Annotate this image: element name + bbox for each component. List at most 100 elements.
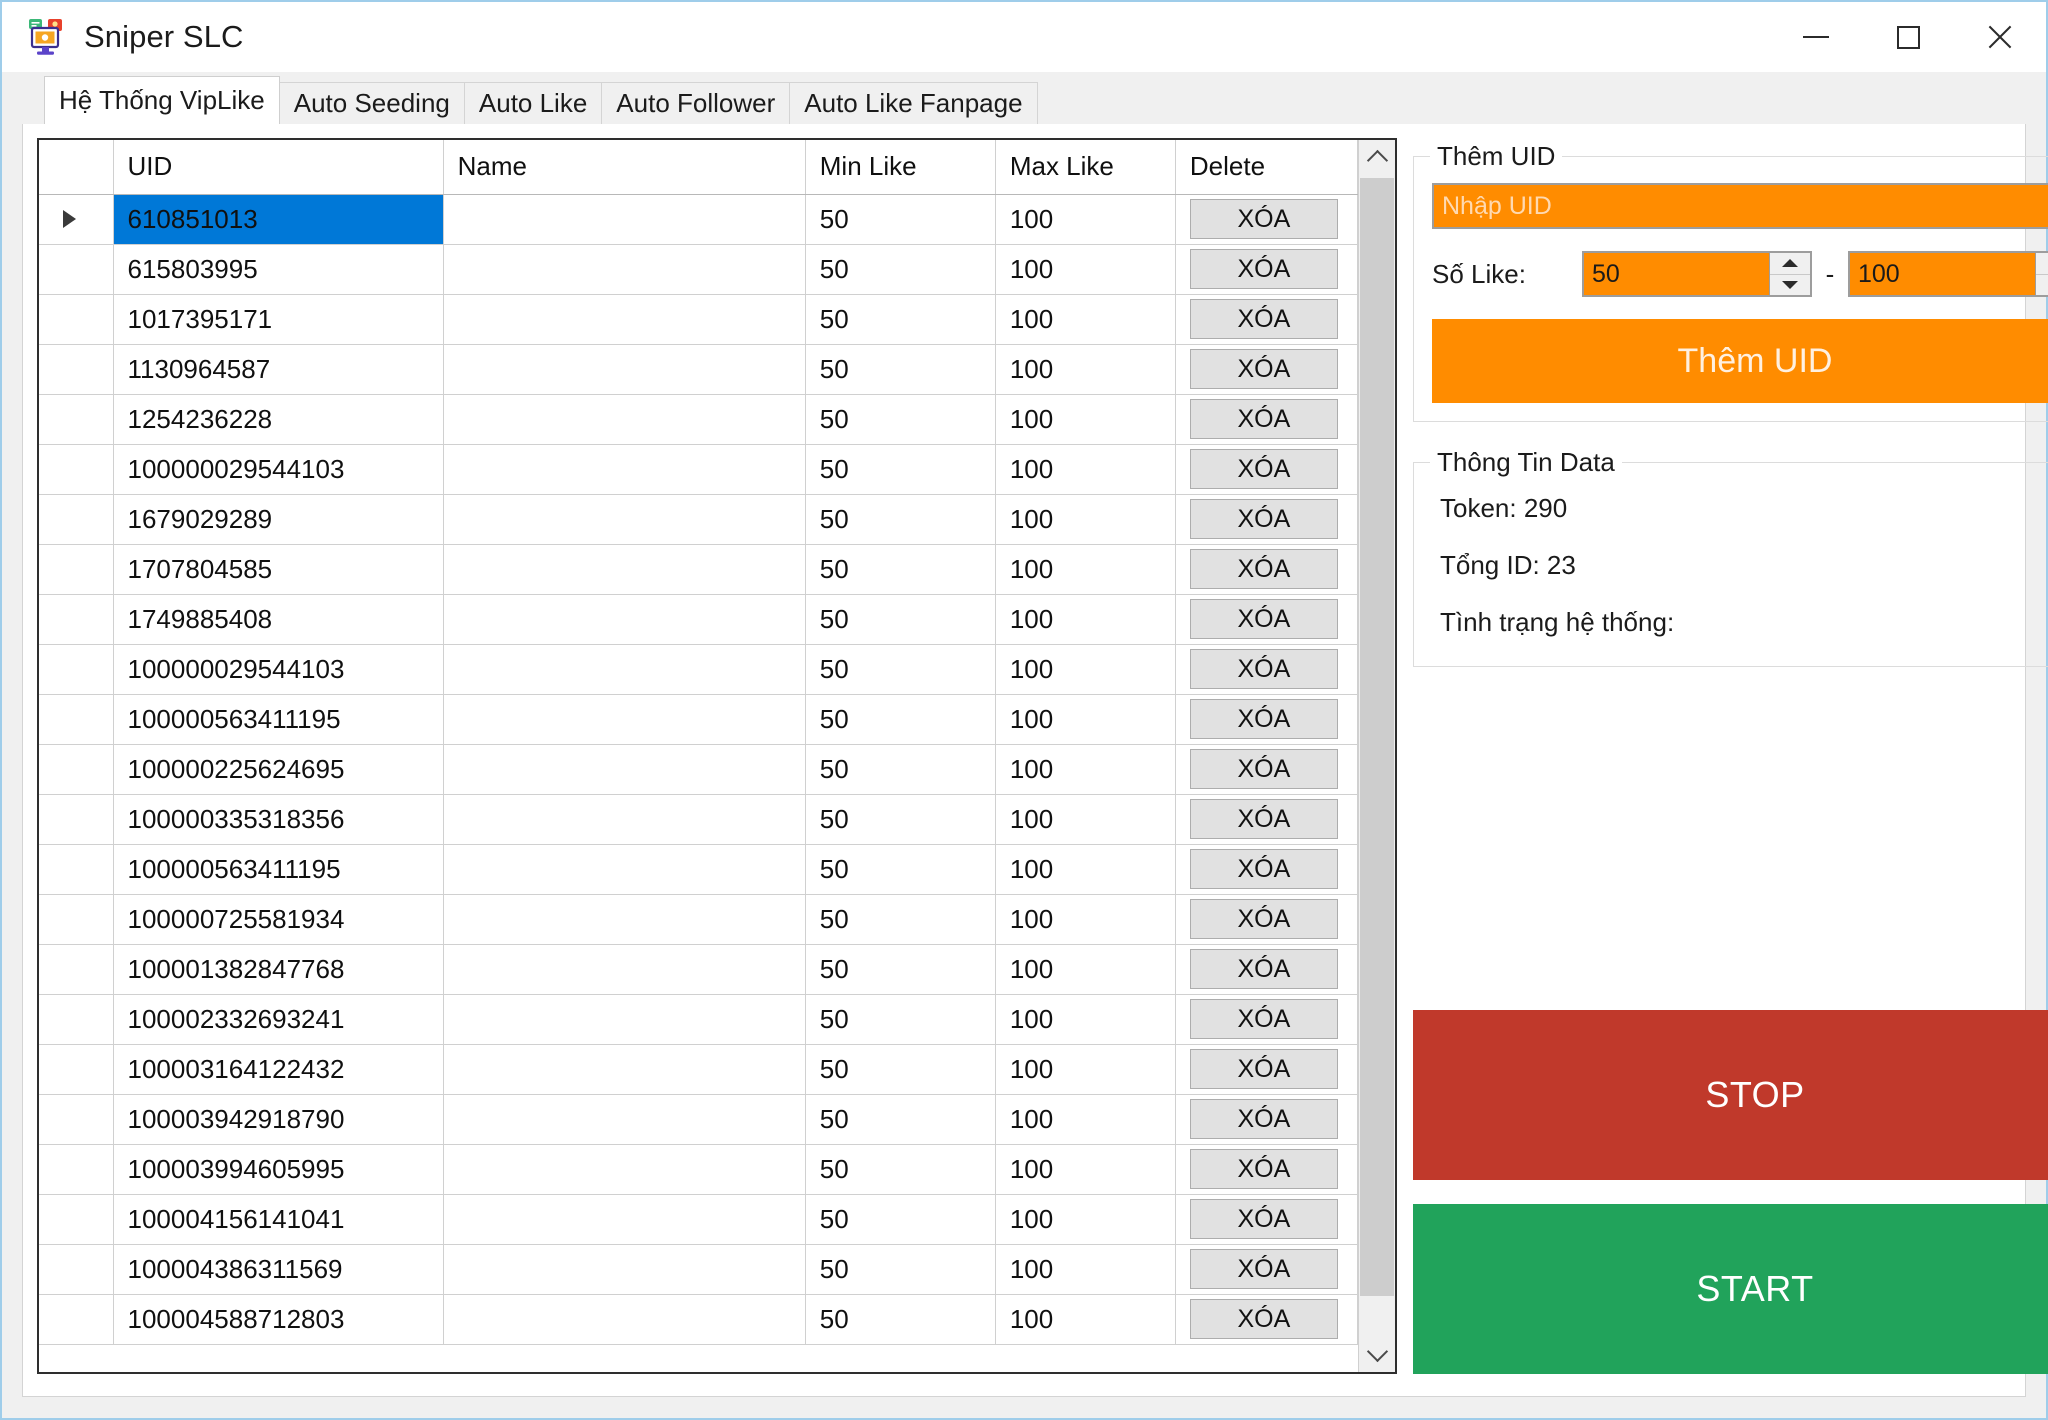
cell-uid[interactable]: 1017395171 [113,294,444,345]
table-row[interactable]: 615803995 50 100 XÓA [39,244,1358,295]
table-row[interactable]: 100000335318356 50 100 XÓA [39,794,1358,845]
row-selector-cell[interactable] [39,844,114,895]
table-row[interactable]: 1707804585 50 100 XÓA [39,544,1358,595]
delete-row-button[interactable]: XÓA [1189,349,1338,389]
delete-row-button[interactable]: XÓA [1189,799,1338,839]
cell-max-like[interactable]: 100 [995,1144,1176,1195]
scroll-down-button[interactable] [1359,1336,1395,1372]
cell-min-like[interactable]: 50 [805,1294,996,1345]
table-row[interactable]: 100003994605995 50 100 XÓA [39,1144,1358,1195]
delete-row-button[interactable]: XÓA [1189,449,1338,489]
cell-min-like[interactable]: 50 [805,494,996,545]
cell-name[interactable] [443,744,806,795]
row-selector-cell[interactable] [39,894,114,945]
cell-name[interactable] [443,444,806,495]
cell-uid[interactable]: 100000563411195 [113,694,444,745]
cell-uid[interactable]: 610851013 [113,194,444,245]
tab-auto-like[interactable]: Auto Like [463,82,603,124]
cell-name[interactable] [443,394,806,445]
row-selector-cell[interactable] [39,394,114,445]
row-selector-cell[interactable] [39,194,114,245]
cell-uid[interactable]: 1679029289 [113,494,444,545]
column-header-max-like[interactable]: Max Like [995,140,1176,195]
scroll-up-button[interactable] [1359,140,1395,176]
min-like-increment-button[interactable] [1770,253,1810,274]
min-like-decrement-button[interactable] [1770,273,1810,295]
row-selector-cell[interactable] [39,494,114,545]
cell-uid[interactable]: 100004386311569 [113,1244,444,1295]
cell-name[interactable] [443,694,806,745]
cell-min-like[interactable]: 50 [805,1194,996,1245]
table-row[interactable]: 100000563411195 50 100 XÓA [39,844,1358,895]
cell-max-like[interactable]: 100 [995,694,1176,745]
column-header-name[interactable]: Name [443,140,806,195]
cell-max-like[interactable]: 100 [995,1244,1176,1295]
cell-name[interactable] [443,1194,806,1245]
delete-row-button[interactable]: XÓA [1189,1199,1338,1239]
cell-min-like[interactable]: 50 [805,244,996,295]
cell-name[interactable] [443,1144,806,1195]
cell-uid[interactable]: 100003994605995 [113,1144,444,1195]
cell-min-like[interactable]: 50 [805,394,996,445]
table-row[interactable]: 1749885408 50 100 XÓA [39,594,1358,645]
max-like-stepper[interactable] [1848,251,2048,297]
scrollbar-thumb[interactable] [1360,178,1394,1296]
table-row[interactable]: 610851013 50 100 XÓA [39,194,1358,245]
cell-uid[interactable]: 100000029544103 [113,644,444,695]
row-selector-cell[interactable] [39,544,114,595]
tab-he-thong-viplike[interactable]: Hệ Thống VipLike [44,76,280,124]
delete-row-button[interactable]: XÓA [1189,1149,1338,1189]
close-button[interactable] [1954,2,2046,72]
cell-name[interactable] [443,1294,806,1345]
table-row[interactable]: 100004386311569 50 100 XÓA [39,1244,1358,1295]
cell-min-like[interactable]: 50 [805,444,996,495]
cell-max-like[interactable]: 100 [995,1294,1176,1345]
delete-row-button[interactable]: XÓA [1189,999,1338,1039]
cell-name[interactable] [443,1094,806,1145]
delete-row-button[interactable]: XÓA [1189,1249,1338,1289]
row-selector-cell[interactable] [39,1044,114,1095]
cell-max-like[interactable]: 100 [995,844,1176,895]
delete-row-button[interactable]: XÓA [1189,1299,1338,1339]
table-row[interactable]: 100000225624695 50 100 XÓA [39,744,1358,795]
cell-max-like[interactable]: 100 [995,494,1176,545]
table-row[interactable]: 100000029544103 50 100 XÓA [39,644,1358,695]
cell-uid[interactable]: 100000725581934 [113,894,444,945]
max-like-increment-button[interactable] [2036,253,2048,274]
row-selector-cell[interactable] [39,944,114,995]
delete-row-button[interactable]: XÓA [1189,299,1338,339]
cell-uid[interactable]: 100004156141041 [113,1194,444,1245]
delete-row-button[interactable]: XÓA [1189,699,1338,739]
delete-row-button[interactable]: XÓA [1189,499,1338,539]
cell-name[interactable] [443,344,806,395]
cell-name[interactable] [443,944,806,995]
row-selector-cell[interactable] [39,594,114,645]
cell-name[interactable] [443,494,806,545]
cell-name[interactable] [443,1044,806,1095]
row-selector-cell[interactable] [39,1294,114,1345]
delete-row-button[interactable]: XÓA [1189,899,1338,939]
grid-vertical-scrollbar[interactable] [1358,140,1395,1372]
cell-max-like[interactable]: 100 [995,194,1176,245]
cell-max-like[interactable]: 100 [995,994,1176,1045]
cell-name[interactable] [443,994,806,1045]
table-row[interactable]: 100004156141041 50 100 XÓA [39,1194,1358,1245]
table-row[interactable]: 100003942918790 50 100 XÓA [39,1094,1358,1145]
maximize-button[interactable] [1862,2,1954,72]
cell-max-like[interactable]: 100 [995,1094,1176,1145]
cell-name[interactable] [443,1244,806,1295]
cell-name[interactable] [443,594,806,645]
delete-row-button[interactable]: XÓA [1189,249,1338,289]
row-selector-cell[interactable] [39,994,114,1045]
cell-min-like[interactable]: 50 [805,194,996,245]
minimize-button[interactable] [1770,2,1862,72]
cell-max-like[interactable]: 100 [995,944,1176,995]
row-selector-cell[interactable] [39,1144,114,1195]
table-row[interactable]: 100003164122432 50 100 XÓA [39,1044,1358,1095]
tab-auto-seeding[interactable]: Auto Seeding [278,82,465,124]
cell-max-like[interactable]: 100 [995,394,1176,445]
cell-max-like[interactable]: 100 [995,644,1176,695]
cell-name[interactable] [443,644,806,695]
cell-min-like[interactable]: 50 [805,294,996,345]
cell-min-like[interactable]: 50 [805,694,996,745]
